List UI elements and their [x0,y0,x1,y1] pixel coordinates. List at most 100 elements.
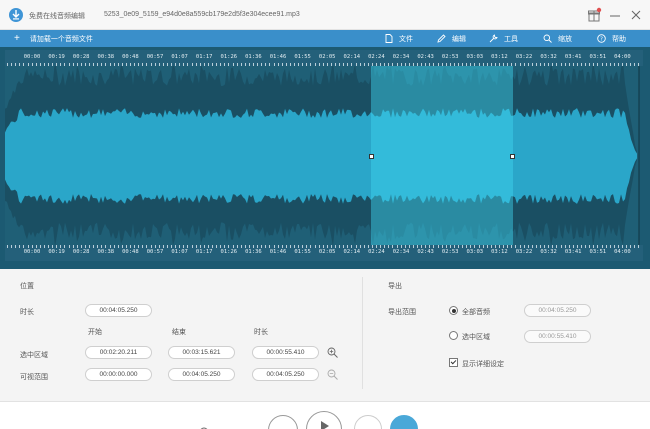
selection-start-field[interactable]: 00:02:20.211 [85,346,152,359]
ruler-minor-tick [634,245,636,248]
ruler-minor-tick [445,245,447,248]
ruler-minor-tick [261,63,263,66]
wrench-icon [489,34,498,43]
ruler-minor-tick [548,245,550,248]
ruler-minor-tick [470,245,472,248]
visible-range-row-label: 可视范围 [20,374,48,381]
ruler-minor-tick [240,63,242,66]
ruler-minor-tick [93,63,95,66]
selection-length-field[interactable]: 00:00:55.410 [252,346,319,359]
time-tick-label: 00:00 [23,249,41,255]
ruler-minor-tick [244,63,246,66]
ruler-minor-tick [478,245,480,248]
record-button[interactable] [390,415,418,429]
time-tick-label: 02:05 [318,54,336,60]
ruler-minor-tick [23,245,25,248]
add-audio-button[interactable]: + 请加载一个音频文件 [14,33,93,44]
ruler-minor-tick [76,63,78,66]
minimize-icon[interactable] [606,6,624,24]
ruler-minor-tick [298,245,300,248]
ruler-minor-tick [560,245,562,248]
waveform-editor[interactable]: 00:00 00:19 00:28 00:38 00:48 00:57 01:07 01:17… [0,47,650,269]
ruler-minor-tick [540,245,541,248]
ruler-minor-tick [388,63,390,66]
ruler-minor-tick [335,245,336,248]
help-icon: ? [597,34,606,43]
selection-end-field[interactable]: 00:03:15.621 [168,346,235,359]
visible-length-field[interactable]: 00:04:05.250 [252,368,319,381]
ruler-minor-tick [72,63,74,66]
ruler-minor-tick [183,63,185,66]
ruler-minor-tick [523,245,525,248]
play-button[interactable] [306,411,342,429]
ruler-minor-tick [503,245,505,248]
file-menu-button[interactable]: 文件 [385,33,413,44]
ruler-minor-tick [470,63,472,66]
ruler-minor-tick [166,63,168,66]
ruler-minor-tick [552,245,554,248]
selection-end-handle[interactable] [510,154,515,159]
ruler-minor-tick [511,245,513,248]
edit-menu-button[interactable]: 编辑 [437,33,466,44]
ruler-minor-tick [511,63,513,66]
ruler-minor-tick [474,245,476,248]
ruler-minor-tick [158,245,160,248]
rewind-button[interactable] [268,415,298,429]
close-icon[interactable] [627,6,645,24]
time-tick-label: 01:26 [220,249,238,255]
ruler-minor-tick [376,245,377,248]
time-tick-label: 02:43 [417,54,434,60]
waveform-display[interactable] [0,47,650,269]
ruler-minor-tick [421,245,423,248]
ruler-minor-tick [294,63,295,66]
zoom-out-icon[interactable] [327,369,338,380]
show-details-checkbox[interactable] [449,358,458,367]
zoom-menu-button[interactable]: 缩放 [543,33,572,44]
ruler-minor-tick [425,63,427,66]
time-tick-label: 02:24 [368,54,385,60]
ruler-minor-tick [458,245,459,248]
ruler-minor-tick [281,63,283,66]
info-panel: 位置 时长 00:04:05.250 开始 结束 时长 选中区域 00:02:2… [0,269,650,401]
time-ruler-bottom[interactable]: 00:00 00:19 00:28 00:38 00:48 00:57 01:07 01:17… [5,245,643,261]
help-menu-button[interactable]: ? 帮助 [597,33,626,44]
time-tick-label: 02:43 [417,249,434,255]
export-selection-radio[interactable] [449,331,458,340]
zoom-in-icon[interactable] [327,347,338,358]
file-icon [385,34,393,43]
ruler-minor-tick [130,63,131,66]
time-tick-label: 00:38 [97,54,115,60]
ruler-minor-tick [597,63,599,66]
ruler-minor-tick [48,245,49,248]
ruler-minor-tick [367,63,369,66]
ruler-minor-tick [515,63,517,66]
ruler-minor-tick [466,245,468,248]
time-tick-label: 03:51 [589,54,607,60]
time-tick-label: 03:03 [466,249,484,255]
ruler-minor-tick [101,63,103,66]
selection-start-handle[interactable] [369,154,374,159]
time-tick-label: 01:46 [269,54,287,60]
time-tick-label: 00:38 [97,249,115,255]
gift-icon[interactable] [585,6,603,24]
visible-start-field[interactable]: 00:00:00.000 [85,368,152,381]
ruler-minor-tick [43,245,45,248]
ruler-minor-tick [43,63,45,66]
time-tick-label: 01:07 [171,249,188,255]
tools-menu-button[interactable]: 工具 [489,33,518,44]
ruler-minor-tick [265,63,267,66]
ruler-minor-tick [89,245,90,248]
ruler-minor-tick [117,245,119,248]
time-tick-label: 03:22 [515,54,533,60]
show-details-label: 显示详细设定 [462,361,504,368]
ruler-minor-tick [285,63,287,66]
ruler-minor-tick [93,245,95,248]
time-ruler-top[interactable]: 00:00 00:19 00:28 00:38 00:48 00:57 01:07 01:17… [5,50,643,66]
visible-end-field[interactable]: 00:04:05.250 [168,368,235,381]
export-all-radio[interactable] [449,306,458,315]
ruler-minor-tick [466,63,468,66]
ruler-minor-tick [207,245,209,248]
ruler-minor-tick [203,245,205,248]
ruler-minor-tick [503,63,505,66]
stop-button[interactable] [354,415,382,429]
